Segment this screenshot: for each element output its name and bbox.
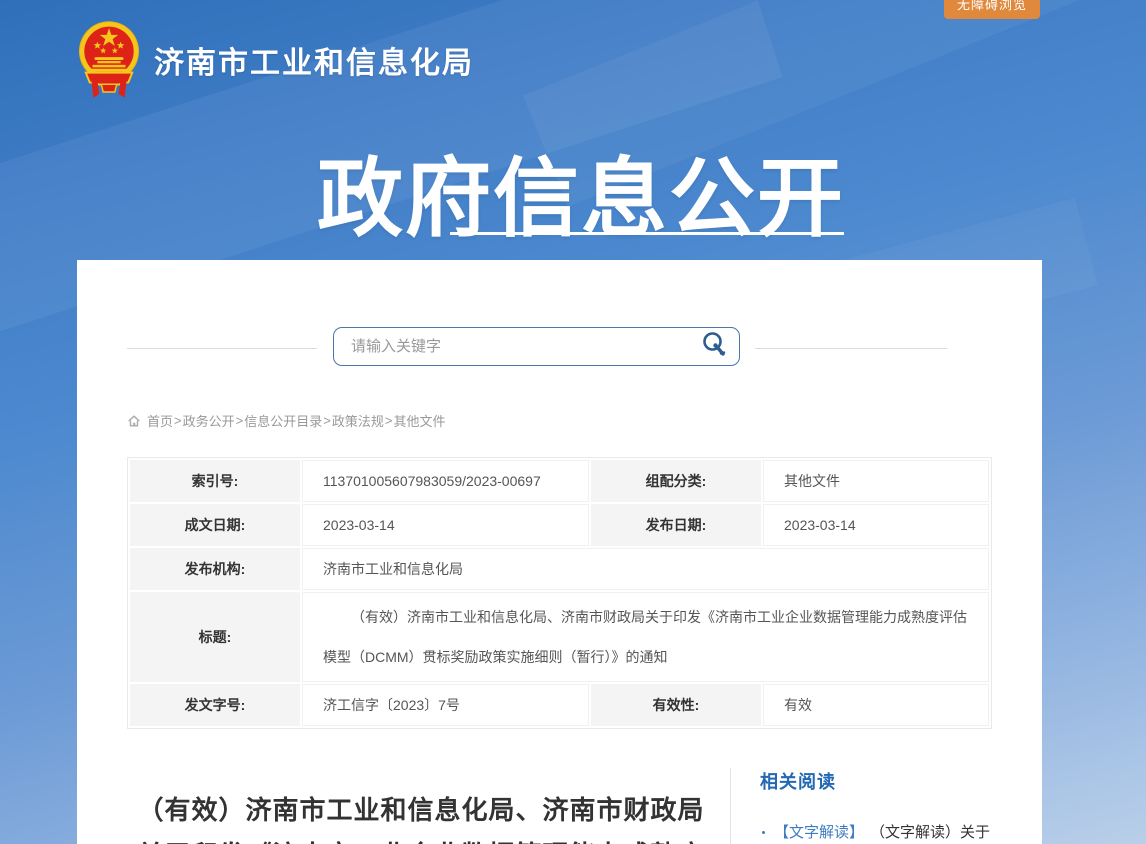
home-icon[interactable] <box>127 414 141 428</box>
category-value: 其他文件 <box>763 460 989 502</box>
breadcrumb-link-home[interactable]: 首页 <box>147 411 173 430</box>
sidebar-divider <box>730 768 731 844</box>
banner-title-underline <box>450 232 844 235</box>
issuing-agency-value: 济南市工业和信息化局 <box>302 548 989 590</box>
related-reading-sidebar: 相关阅读 【文字解读】 （文字解读）关于 <box>760 768 1022 843</box>
table-row: 成文日期: 2023-03-14 发布日期: 2023-03-14 <box>130 504 989 546</box>
title-value: （有效）济南市工业和信息化局、济南市财政局关于印发《济南市工业企业数据管理能力成… <box>302 592 989 682</box>
index-number-value: 113701005607983059/2023-00697 <box>302 460 589 502</box>
bullet-icon <box>762 831 765 834</box>
related-item-text: （文字解读）关于 <box>870 822 990 843</box>
site-name: 济南市工业和信息化局 <box>154 38 474 82</box>
breadcrumb-link-xinxigongkaimulu[interactable]: 信息公开目录 <box>244 411 322 430</box>
document-number-label: 发文字号: <box>130 684 300 726</box>
written-date-label: 成文日期: <box>130 504 300 546</box>
index-number-label: 索引号: <box>130 460 300 502</box>
breadcrumb-link-zhengwugongkai[interactable]: 政务公开 <box>183 411 235 430</box>
table-row: 发文字号: 济工信字〔2023〕7号 有效性: 有效 <box>130 684 989 726</box>
document-number-value: 济工信字〔2023〕7号 <box>302 684 589 726</box>
breadcrumb-link-zhengcefagui[interactable]: 政策法规 <box>332 411 384 430</box>
article-title: （有效）济南市工业和信息化局、济南市财政局关于印发《济南市工业企业数据管理能力成… <box>125 788 717 844</box>
table-row: 索引号: 113701005607983059/2023-00697 组配分类:… <box>130 460 989 502</box>
accessibility-browse-button[interactable]: 无障碍浏览 <box>944 0 1040 19</box>
content-card: 首页>政务公开>信息公开目录>政策法规>其他文件 索引号: 1137010056… <box>77 260 1042 844</box>
document-metadata-table: 索引号: 113701005607983059/2023-00697 组配分类:… <box>127 457 992 729</box>
site-header: 济南市工业和信息化局 <box>78 20 474 100</box>
search-button[interactable] <box>699 330 739 363</box>
breadcrumb-separator: > <box>236 413 244 428</box>
list-item: 【文字解读】 （文字解读）关于 <box>760 822 1022 843</box>
search-box <box>333 327 740 366</box>
validity-label: 有效性: <box>591 684 761 726</box>
validity-value: 有效 <box>763 684 989 726</box>
breadcrumb-separator: > <box>385 413 393 428</box>
publish-date-value: 2023-03-14 <box>763 504 989 546</box>
breadcrumb-separator: > <box>174 413 182 428</box>
magnifier-search-icon <box>699 330 729 363</box>
issuing-agency-label: 发布机构: <box>130 548 300 590</box>
search-decor-line-right <box>755 348 947 349</box>
related-item-link[interactable]: 【文字解读】 <box>774 822 864 843</box>
search-decor-line-left <box>127 348 317 349</box>
national-emblem-icon <box>78 20 140 100</box>
search-input[interactable] <box>334 338 699 355</box>
category-label: 组配分类: <box>591 460 761 502</box>
related-reading-heading: 相关阅读 <box>760 768 1022 794</box>
breadcrumb-link-qitawenjian[interactable]: 其他文件 <box>393 411 445 430</box>
breadcrumb-separator: > <box>323 413 331 428</box>
table-row: 标题: （有效）济南市工业和信息化局、济南市财政局关于印发《济南市工业企业数据管… <box>130 592 989 682</box>
written-date-value: 2023-03-14 <box>302 504 589 546</box>
title-label: 标题: <box>130 592 300 682</box>
breadcrumb: 首页>政务公开>信息公开目录>政策法规>其他文件 <box>127 411 445 430</box>
publish-date-label: 发布日期: <box>591 504 761 546</box>
table-row: 发布机构: 济南市工业和信息化局 <box>130 548 989 590</box>
